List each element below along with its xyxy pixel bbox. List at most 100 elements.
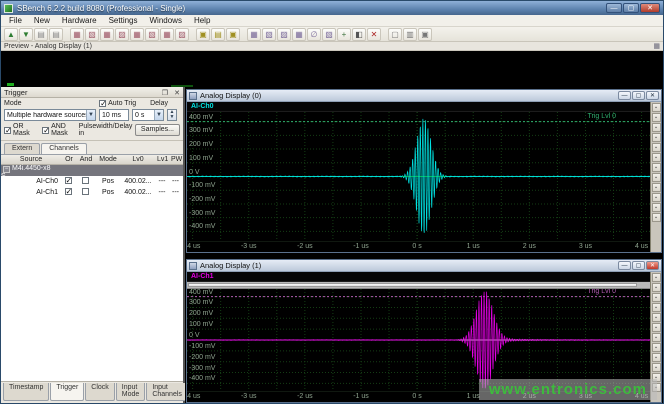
- delay-stepper[interactable]: ▲▼: [167, 109, 177, 121]
- display-tool-icon[interactable]: ▪: [652, 123, 661, 132]
- analog-display-button[interactable]: ▦: [247, 28, 261, 41]
- display0-close-button[interactable]: ✕: [646, 91, 659, 100]
- and-checkbox[interactable]: [82, 177, 89, 184]
- trigger-mode-select[interactable]: Multiple hardware sources with AND/OR ▼: [4, 109, 96, 121]
- tab-clock[interactable]: Clock: [85, 383, 115, 401]
- display-tool-icon[interactable]: ▪: [652, 333, 661, 342]
- trigger-settings-button[interactable]: ▨: [115, 28, 129, 41]
- menu-file[interactable]: File: [3, 15, 28, 27]
- display-tool-icon[interactable]: ▪: [652, 103, 661, 112]
- collapse-icon[interactable]: −: [3, 166, 10, 173]
- tab-timestamp[interactable]: Timestamp: [3, 383, 49, 401]
- preview-grid-icon[interactable]: ▦: [653, 42, 660, 50]
- display-tool-icon[interactable]: ▪: [652, 113, 661, 122]
- save-button[interactable]: ▤: [34, 28, 48, 41]
- display0-minimize-button[interactable]: —: [618, 91, 631, 100]
- spectrum-display-button[interactable]: ▨: [277, 28, 291, 41]
- tab-trigger[interactable]: Trigger: [50, 383, 84, 401]
- export-display-button[interactable]: ▧: [322, 28, 336, 41]
- tab-input-channels[interactable]: Input Channels: [146, 383, 188, 401]
- or-checkbox[interactable]: [65, 177, 72, 184]
- close-display-button[interactable]: ✕: [367, 28, 381, 41]
- display-tool-icon[interactable]: ▪: [652, 163, 661, 172]
- display-tool-icon[interactable]: ▪: [652, 273, 661, 282]
- table-row[interactable]: AI-Ch1Pos400.02...------: [1, 187, 183, 198]
- display-tool-icon[interactable]: ▪: [652, 343, 661, 352]
- display-tool-icon[interactable]: ▪: [652, 213, 661, 222]
- minimize-button[interactable]: —: [606, 3, 622, 13]
- display1-maximize-button[interactable]: ▢: [632, 261, 645, 270]
- digital-display-button[interactable]: ▧: [262, 28, 276, 41]
- display-tool-icon[interactable]: ▪: [652, 293, 661, 302]
- display-tool-icon[interactable]: ▪: [652, 193, 661, 202]
- erase-display-button[interactable]: ∅: [307, 28, 321, 41]
- import-button[interactable]: ▲: [4, 28, 18, 41]
- auto-trig-checkbox[interactable]: [99, 100, 106, 107]
- clock-settings-button[interactable]: ▦: [100, 28, 114, 41]
- display-tool-icon[interactable]: ▪: [652, 173, 661, 182]
- tab-channels[interactable]: Channels: [41, 143, 87, 154]
- menu-windows[interactable]: Windows: [144, 15, 188, 27]
- display1-plot[interactable]: 400 mV300 mV200 mV100 mV0 V-100 mV-200 m…: [187, 289, 650, 391]
- multi-display-button[interactable]: ▦: [292, 28, 306, 41]
- display-tool-icon[interactable]: ▪: [652, 303, 661, 312]
- cascade-windows-button[interactable]: ▢: [388, 28, 402, 41]
- and-mask-checkbox[interactable]: [42, 127, 49, 134]
- single-mode-button[interactable]: ▦: [160, 28, 174, 41]
- display-tool-icon[interactable]: ▪: [652, 353, 661, 362]
- display0-plot[interactable]: 400 mV300 mV200 mV100 mV0 V-100 mV-200 m…: [187, 112, 650, 241]
- restore-display-button[interactable]: ▣: [226, 28, 240, 41]
- display-tool-icon[interactable]: ▪: [652, 143, 661, 152]
- multi-mode-button[interactable]: ▨: [175, 28, 189, 41]
- delay-select[interactable]: 0 s ▼: [132, 109, 164, 121]
- display0-maximize-button[interactable]: ▢: [632, 91, 645, 100]
- display-tool-icon[interactable]: ▪: [652, 363, 661, 372]
- table-group-row[interactable]: −M4i.4450-x8 S...: [1, 165, 183, 176]
- display1-titlebar[interactable]: Analog Display (1) — ▢ ✕: [187, 260, 661, 272]
- display-tool-icon[interactable]: ▪: [652, 313, 661, 322]
- menu-help[interactable]: Help: [188, 15, 216, 27]
- menu-hardware[interactable]: Hardware: [56, 15, 103, 27]
- auto-trig-timeout-field[interactable]: 10 ms: [99, 109, 129, 121]
- or-mask-checkbox[interactable]: [4, 127, 11, 134]
- display-tool-icon[interactable]: ▪: [652, 323, 661, 332]
- trigger-panel-titlebar[interactable]: Trigger ❐ ✕: [1, 87, 183, 98]
- and-checkbox[interactable]: [82, 188, 89, 195]
- save-display-button[interactable]: ▤: [211, 28, 225, 41]
- scrollbar-thumb[interactable]: [188, 283, 637, 287]
- tab-input-mode[interactable]: Input Mode: [116, 383, 146, 401]
- display-tool-icon[interactable]: ▪: [652, 133, 661, 142]
- display0-titlebar[interactable]: Analog Display (0) — ▢ ✕: [187, 90, 661, 102]
- panel-close-icon[interactable]: ✕: [174, 90, 180, 97]
- display1-minimize-button[interactable]: —: [618, 261, 631, 270]
- display1-hscrollbar[interactable]: [187, 282, 650, 289]
- preview-canvas[interactable]: [1, 51, 663, 87]
- overlay-channels-button[interactable]: ◧: [352, 28, 366, 41]
- tile-windows-button[interactable]: ▥: [403, 28, 417, 41]
- menu-new[interactable]: New: [28, 15, 56, 27]
- panel-float-icon[interactable]: ❐: [162, 90, 168, 97]
- display-tool-icon[interactable]: ▪: [652, 183, 661, 192]
- tab-extern[interactable]: Extern: [4, 143, 40, 154]
- arrange-windows-button[interactable]: ▣: [418, 28, 432, 41]
- input-channels-button[interactable]: ▦: [130, 28, 144, 41]
- card-settings-button[interactable]: ▦: [70, 28, 84, 41]
- table-row[interactable]: AI-Ch0Pos400.02...------: [1, 176, 183, 187]
- add-channel-button[interactable]: +: [337, 28, 351, 41]
- export-button[interactable]: ▼: [19, 28, 33, 41]
- new-display-button[interactable]: ▣: [196, 28, 210, 41]
- or-checkbox[interactable]: [65, 188, 72, 195]
- menu-settings[interactable]: Settings: [103, 15, 144, 27]
- display-tool-icon[interactable]: ▪: [652, 283, 661, 292]
- chevron-down-icon[interactable]: ▼: [154, 110, 163, 120]
- output-channels-button[interactable]: ▧: [145, 28, 159, 41]
- chevron-down-icon[interactable]: ▼: [86, 110, 95, 120]
- maximize-button[interactable]: ▢: [623, 3, 639, 13]
- samples-button[interactable]: Samples...: [135, 124, 180, 136]
- window-titlebar[interactable]: SBench 6.2.2 build 8080 (Professional - …: [1, 1, 663, 15]
- display-tool-icon[interactable]: ▪: [652, 203, 661, 212]
- display1-close-button[interactable]: ✕: [646, 261, 659, 270]
- save-all-button[interactable]: ▤: [49, 28, 63, 41]
- input-mode-button[interactable]: ▧: [85, 28, 99, 41]
- close-button[interactable]: ✕: [640, 3, 660, 13]
